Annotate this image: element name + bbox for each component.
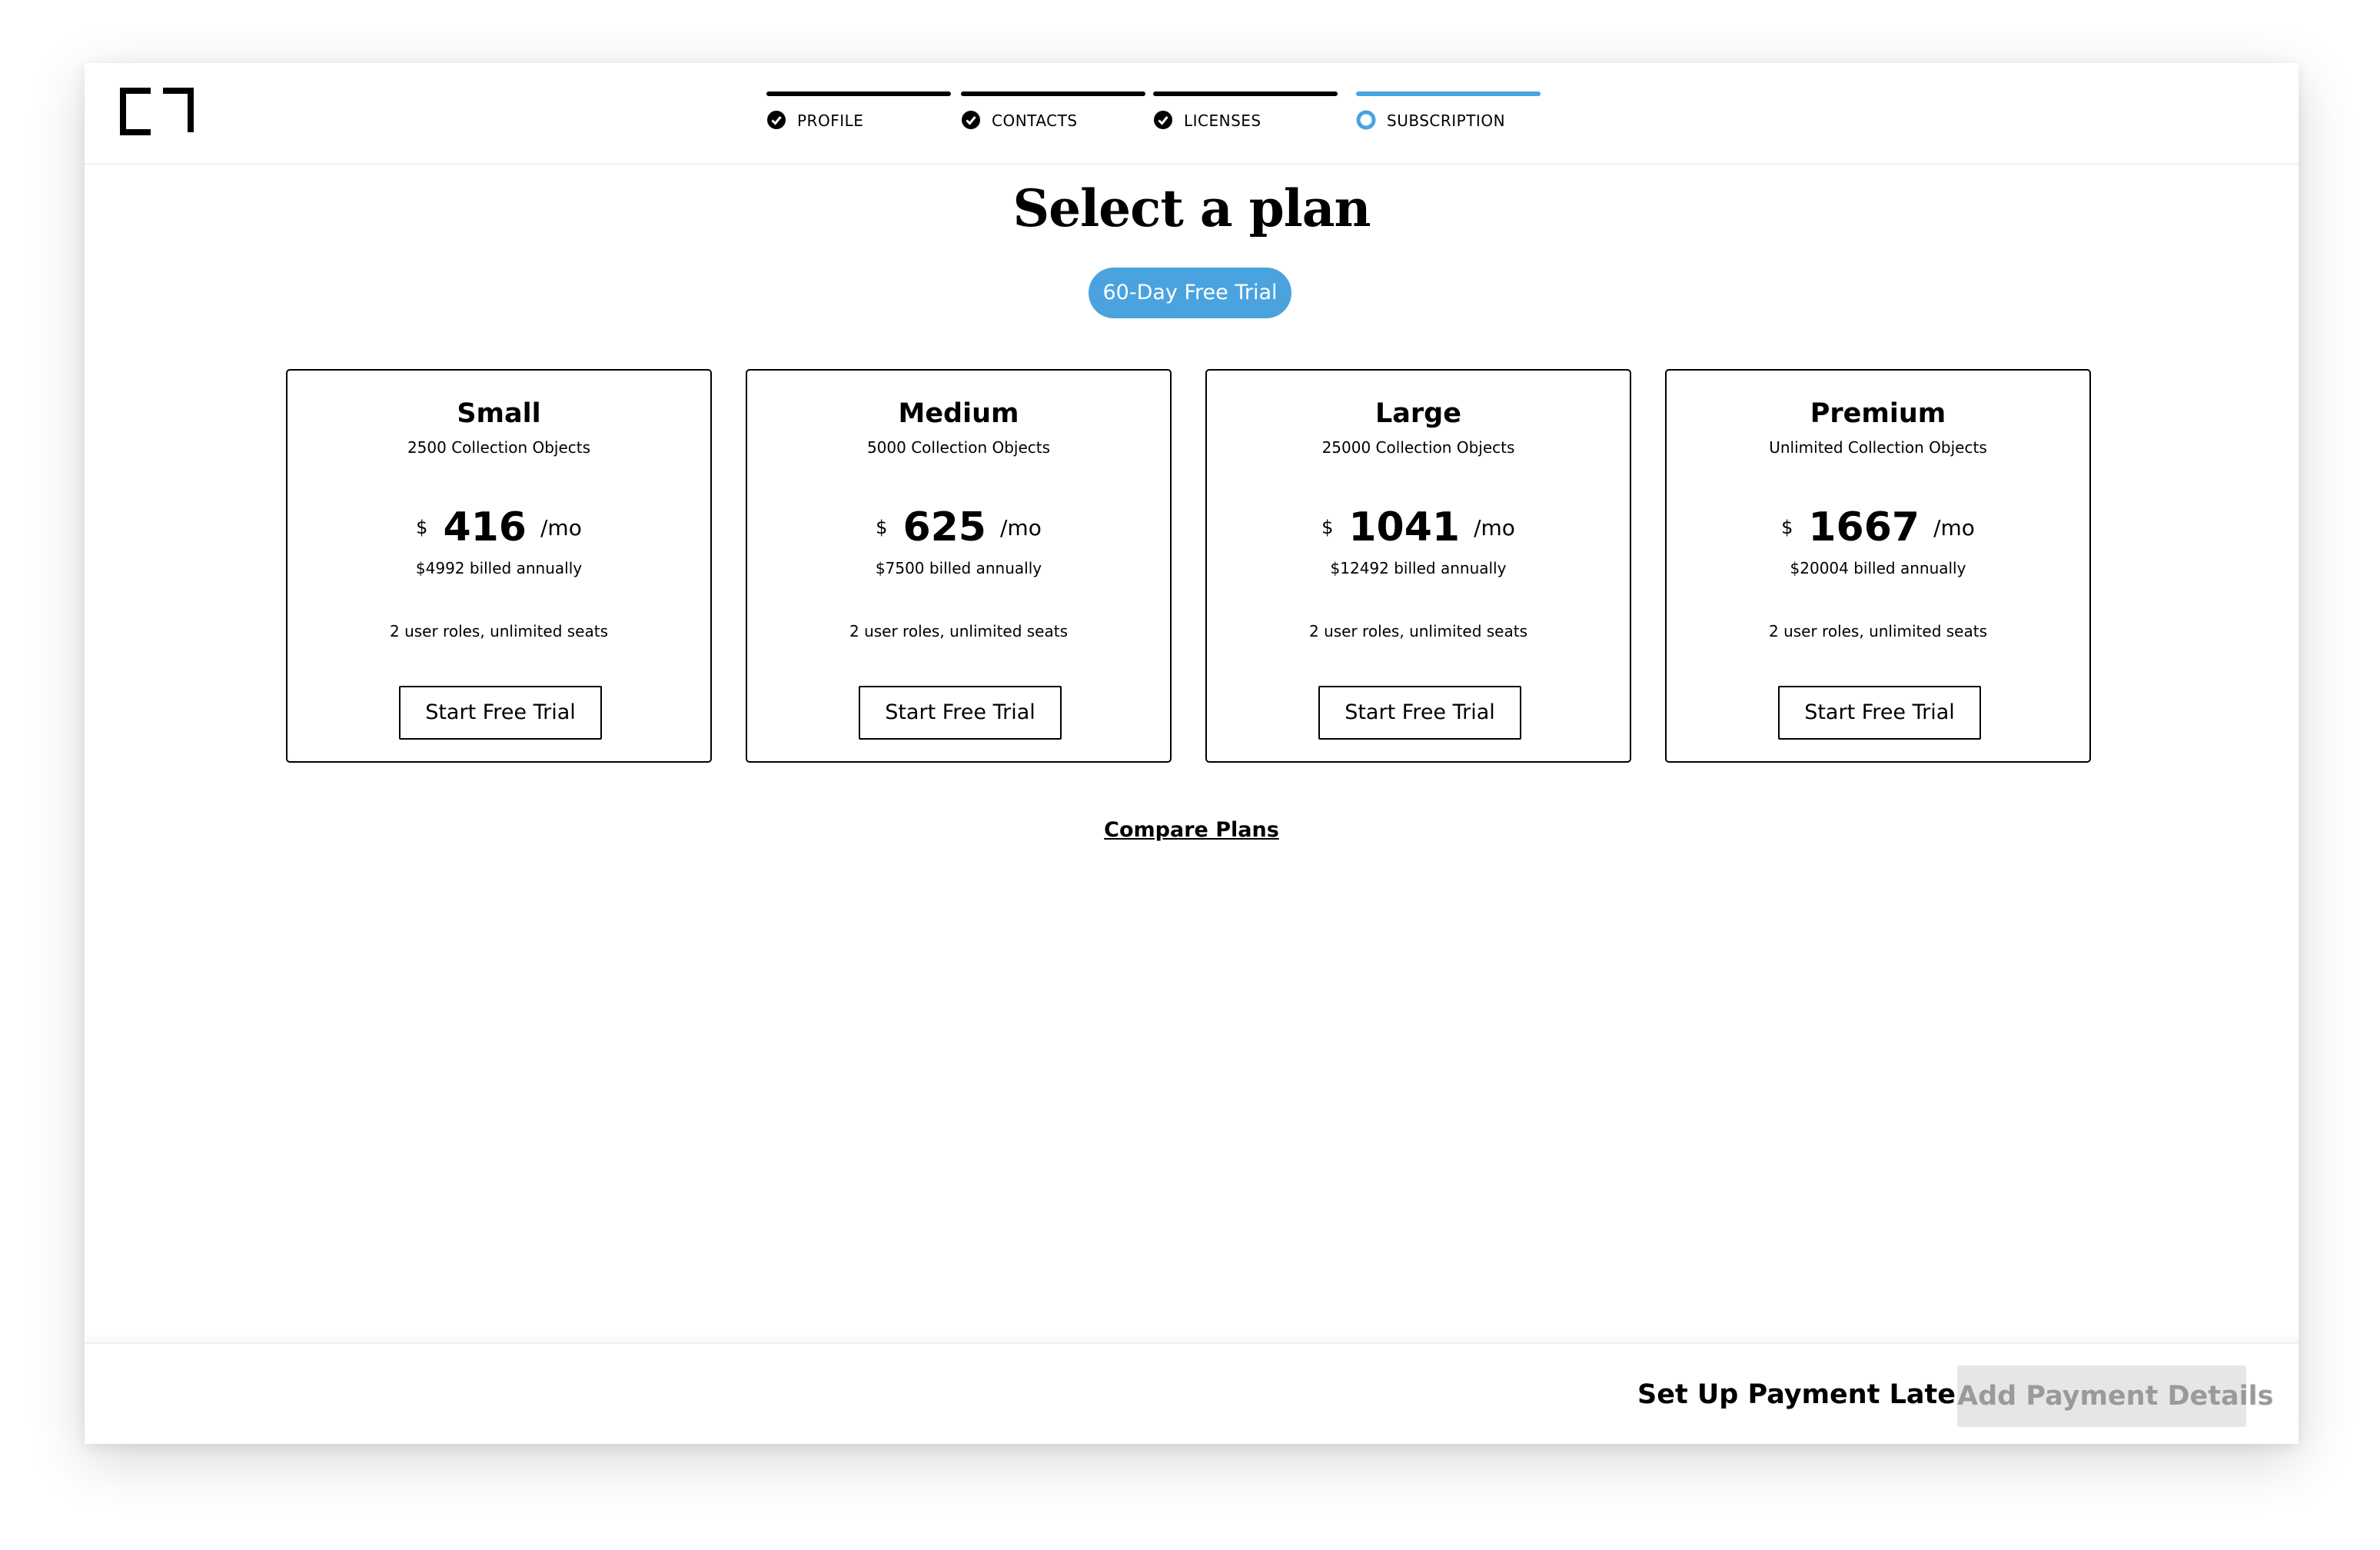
check-circle-icon	[962, 111, 980, 129]
step-progress-bar	[1356, 91, 1541, 96]
plan-name: Premium	[1810, 398, 1946, 429]
price-row: $ 1667 /mo	[1667, 503, 2089, 552]
price-row: $ 416 /mo	[288, 503, 710, 552]
progress-stepper: PROFILE CONTACTS LICENSES SUBSCRIPTION	[85, 91, 2299, 145]
plan-card-large: Large 25000 Collection Objects $ 1041 /m…	[1205, 369, 1631, 763]
annual-price: $4992 billed annually	[415, 559, 583, 577]
compare-plans-link[interactable]: Compare Plans	[85, 818, 2299, 842]
step-progress-bar	[961, 91, 1145, 96]
set-up-payment-later-button[interactable]: Set Up Payment Later	[1637, 1344, 1969, 1444]
step-subscription[interactable]: SUBSCRIPTION	[1356, 91, 1541, 145]
page-title: Select a plan	[1012, 178, 1371, 238]
plan-objects: 5000 Collection Objects	[866, 438, 1051, 457]
plan-card-premium: Premium Unlimited Collection Objects $ 1…	[1665, 369, 2091, 763]
footer-bar: Set Up Payment Later Add Payment Details	[85, 1342, 2299, 1444]
step-label: CONTACTS	[992, 111, 1078, 130]
price-period: /mo	[540, 514, 582, 541]
start-free-trial-button[interactable]: Start Free Trial	[859, 686, 1062, 740]
start-free-trial-button[interactable]: Start Free Trial	[399, 686, 602, 740]
step-label: SUBSCRIPTION	[1387, 111, 1506, 130]
step-progress-bar	[766, 91, 951, 96]
add-payment-details-button[interactable]: Add Payment Details	[1957, 1365, 2273, 1427]
price-period: /mo	[999, 514, 1042, 541]
annual-price: $12492 billed annually	[1330, 559, 1507, 577]
price-currency: $	[416, 517, 428, 538]
app-window: PROFILE CONTACTS LICENSES SUBSCRIPTION S…	[85, 63, 2299, 1444]
start-free-trial-button[interactable]: Start Free Trial	[1778, 686, 1981, 740]
free-trial-badge[interactable]: 60-Day Free Trial	[1089, 268, 1291, 318]
price-amount: 1041	[1348, 504, 1461, 550]
price-amount: 416	[443, 504, 527, 550]
plan-seats: 2 user roles, unlimited seats	[389, 622, 609, 640]
step-label: LICENSES	[1184, 111, 1261, 130]
step-contacts[interactable]: CONTACTS	[961, 91, 1145, 145]
price-amount: 625	[902, 504, 986, 550]
check-circle-icon	[1154, 111, 1172, 129]
price-row: $ 1041 /mo	[1207, 503, 1630, 552]
price-row: $ 625 /mo	[747, 503, 1170, 552]
start-free-trial-button[interactable]: Start Free Trial	[1318, 686, 1521, 740]
step-profile[interactable]: PROFILE	[766, 91, 951, 145]
plan-seats: 2 user roles, unlimited seats	[1308, 622, 1528, 640]
price-period: /mo	[1933, 514, 1975, 541]
price-currency: $	[876, 517, 888, 538]
price-currency: $	[1781, 517, 1793, 538]
plan-seats: 2 user roles, unlimited seats	[1768, 622, 1988, 640]
price-amount: 1667	[1808, 504, 1920, 550]
plan-objects: 2500 Collection Objects	[407, 438, 591, 457]
plan-card-small: Small 2500 Collection Objects $ 416 /mo …	[286, 369, 712, 763]
plan-card-medium: Medium 5000 Collection Objects $ 625 /mo…	[746, 369, 1172, 763]
radio-circle-icon	[1356, 110, 1376, 130]
annual-price: $7500 billed annually	[875, 559, 1042, 577]
step-licenses[interactable]: LICENSES	[1153, 91, 1338, 145]
step-progress-bar	[1153, 91, 1338, 96]
plan-name: Large	[1375, 398, 1461, 429]
plan-objects: 25000 Collection Objects	[1321, 438, 1515, 457]
header: PROFILE CONTACTS LICENSES SUBSCRIPTION	[85, 63, 2299, 165]
plan-name: Small	[457, 398, 541, 429]
step-label: PROFILE	[797, 111, 864, 130]
plan-name: Medium	[898, 398, 1019, 429]
plan-objects: Unlimited Collection Objects	[1769, 438, 1987, 457]
price-period: /mo	[1474, 514, 1515, 541]
annual-price: $20004 billed annually	[1790, 559, 1966, 577]
price-currency: $	[1321, 517, 1334, 538]
check-circle-icon	[767, 111, 786, 129]
plan-seats: 2 user roles, unlimited seats	[849, 622, 1069, 640]
